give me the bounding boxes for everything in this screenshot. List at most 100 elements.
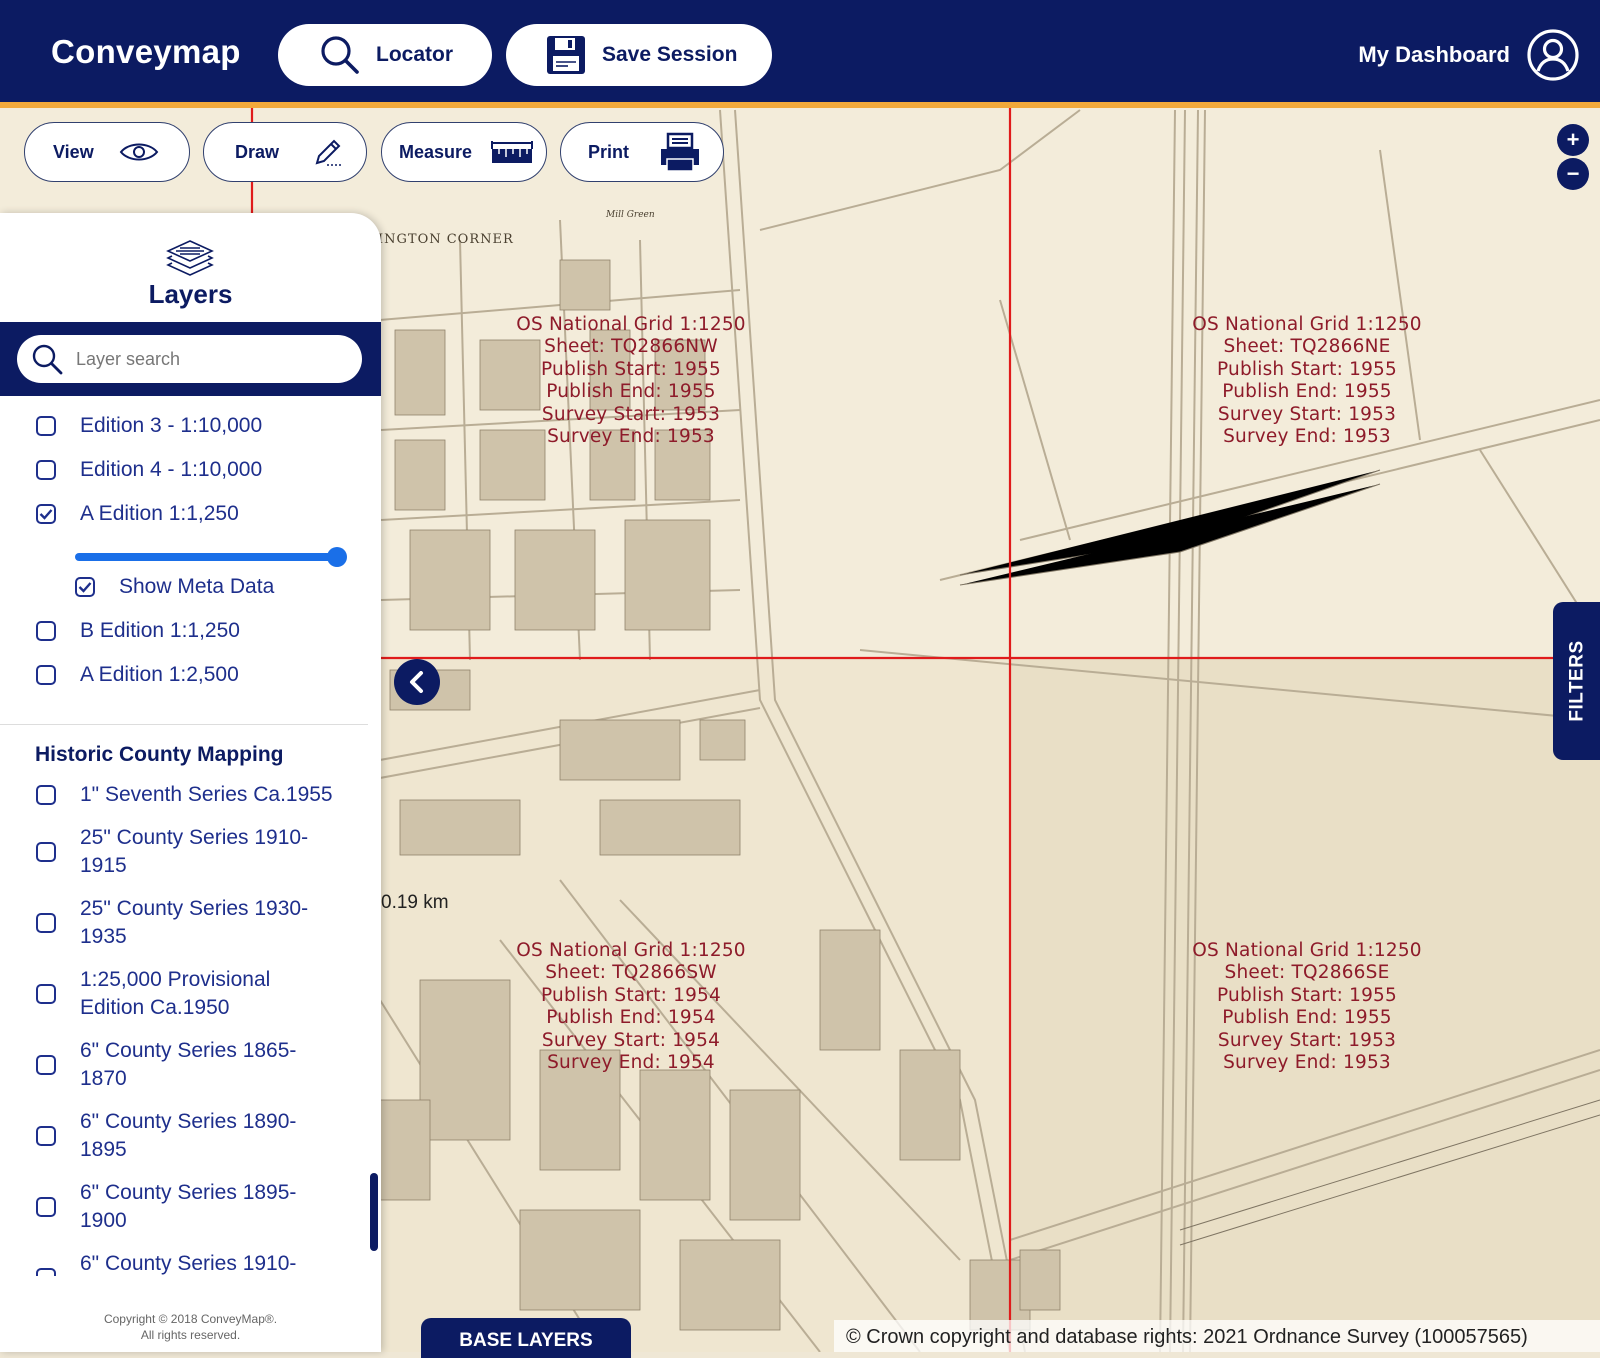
layer-checkbox[interactable] — [36, 1055, 56, 1075]
meta-row[interactable]: Show Meta Data — [75, 573, 274, 601]
sheet-line: Survey Start: 1954 — [541, 1029, 721, 1051]
sheet-line: OS National Grid 1:1250 — [1192, 940, 1422, 961]
layer-label-line: 1:25,000 Provisional — [80, 968, 271, 991]
checkmark-icon — [78, 582, 92, 593]
layer-label: 25" County Series 1910- 1915 — [80, 824, 308, 880]
locator-button[interactable]: Locator — [278, 24, 492, 86]
sheet-label-nw: OS National Grid 1:1250 Sheet: TQ2866NW Pu… — [481, 314, 781, 448]
historic-row[interactable]: 6" County Series 1895- 1900 — [36, 1179, 296, 1235]
scale-label: 0.19 km — [381, 892, 449, 913]
ruler-icon — [491, 141, 533, 163]
measure-label: Measure — [399, 141, 473, 162]
layer-label-line: 1900 — [80, 1209, 127, 1232]
sheet-line: Sheet: TQ2866SE — [1224, 962, 1390, 984]
measure-button[interactable]: Measure — [381, 122, 547, 182]
filters-label: FILTERS — [1567, 640, 1589, 722]
save-session-button[interactable]: Save Session — [506, 24, 772, 86]
panel-title: Layers — [148, 279, 233, 309]
sheet-line: OS National Grid 1:1250 — [1192, 314, 1422, 335]
layer-checkbox[interactable] — [36, 665, 56, 685]
layer-checkbox[interactable] — [36, 785, 56, 805]
sheet-line: Publish Start: 1954 — [540, 984, 721, 1006]
sheet-line: Publish Start: 1955 — [1216, 358, 1397, 380]
collapse-panel-button[interactable] — [394, 659, 440, 705]
layer-checkbox[interactable] — [36, 416, 56, 436]
sheet-line: Survey End: 1953 — [1223, 426, 1391, 448]
sheet-line: Sheet: TQ2866SW — [545, 962, 717, 984]
layer-checkbox[interactable] — [36, 913, 56, 933]
view-button[interactable]: View — [24, 122, 190, 182]
zoom-in-button[interactable]: + — [1557, 124, 1589, 156]
brand-logo[interactable]: Conveymap — [51, 33, 241, 71]
sheet-line: Survey End: 1953 — [1223, 1052, 1391, 1074]
sheet-line: Publish Start: 1955 — [540, 358, 721, 380]
sheet-line: Publish End: 1955 — [546, 381, 716, 403]
eye-icon — [119, 143, 159, 161]
layer-search-box[interactable] — [17, 335, 362, 383]
sheet-line: Survey Start: 1953 — [1217, 403, 1397, 425]
panel-scrollbar[interactable] — [370, 1173, 378, 1251]
sheet-line: Sheet: TQ2866NE — [1223, 336, 1391, 358]
layer-label-line: 6" County Series 1890- — [80, 1110, 297, 1133]
layer-checkbox[interactable] — [36, 621, 56, 641]
layer-label: Edition 3 - 1:10,000 — [80, 414, 263, 437]
historic-row[interactable]: 6" County Series 1890- 1895 — [36, 1108, 296, 1164]
print-button[interactable]: Print — [560, 122, 724, 182]
layer-row[interactable]: Edition 3 - 1:10,000 — [36, 412, 262, 440]
layer-label: A Edition 1:1,250 — [80, 502, 239, 525]
layer-label-line: 1935 — [80, 925, 127, 948]
layer-row[interactable]: Edition 4 - 1:10,000 — [36, 456, 262, 484]
historic-row[interactable]: 25" County Series 1910- 1915 — [36, 824, 308, 880]
sheet-line: Survey End: 1954 — [547, 1052, 715, 1074]
sheet-label-ne: OS National Grid 1:1250 Sheet: TQ2866NE Pu… — [1157, 314, 1457, 448]
filters-tab[interactable]: FILTERS — [1553, 602, 1600, 760]
historic-row[interactable]: 1:25,000 Provisional Edition Ca.1950 — [36, 966, 270, 1022]
top-bar: Conveymap Locator Save Session My Dashbo… — [0, 0, 1600, 108]
historic-row[interactable]: 25" County Series 1930- 1935 — [36, 895, 308, 951]
historic-row[interactable]: 6" County Series 1865- 1870 — [36, 1037, 296, 1093]
layer-label: 6" County Series 1890- 1895 — [80, 1108, 296, 1164]
layer-label: 1" Seventh Series Ca.1955 — [80, 781, 333, 809]
opacity-slider-handle[interactable] — [327, 547, 347, 567]
opacity-slider[interactable] — [75, 547, 347, 567]
layer-checkbox[interactable] — [36, 842, 56, 862]
layer-row[interactable]: A Edition 1:1,250 — [36, 500, 239, 528]
layer-row[interactable]: A Edition 1:2,500 — [36, 661, 239, 689]
place-label-corner: INGTON CORNER — [378, 232, 514, 247]
layer-label-line: 6" County Series 1865- — [80, 1039, 297, 1062]
sheet-line: Survey Start: 1953 — [1217, 1029, 1397, 1051]
printer-icon — [661, 132, 699, 172]
save-session-label: Save Session — [602, 43, 738, 66]
save-icon — [547, 36, 585, 74]
layer-label: A Edition 1:2,500 — [80, 663, 239, 686]
layer-checkbox[interactable] — [36, 1197, 56, 1217]
layer-label: 6" County Series 1865- 1870 — [80, 1037, 296, 1093]
draw-label: Draw — [235, 141, 280, 162]
draw-button[interactable]: Draw — [203, 122, 367, 182]
layer-row[interactable]: B Edition 1:1,250 — [36, 617, 240, 645]
layer-checkbox-checked[interactable] — [36, 504, 56, 524]
layer-label-line: 25" County Series 1910- — [80, 826, 309, 849]
pencil-icon — [315, 139, 341, 166]
search-icon — [32, 344, 63, 375]
layer-checkbox[interactable] — [36, 460, 56, 480]
sheet-line: Publish End: 1955 — [1222, 1007, 1392, 1029]
place-label-mill-green: Mill Green — [606, 210, 655, 220]
sheet-line: Publish Start: 1955 — [1216, 984, 1397, 1006]
sheet-label-se: OS National Grid 1:1250 Sheet: TQ2866SE Pu… — [1157, 940, 1457, 1074]
layer-checkbox[interactable] — [36, 1126, 56, 1146]
historic-row[interactable]: 6" County Series 1910- — [36, 1250, 296, 1276]
dashboard-link[interactable]: My Dashboard — [1358, 24, 1580, 86]
meta-checkbox-checked[interactable] — [75, 577, 95, 597]
panel-copyright: Copyright © 2018 ConveyMap®. All rights … — [0, 1311, 381, 1343]
layer-checkbox[interactable] — [36, 984, 56, 1004]
layer-checkbox[interactable] — [36, 1268, 56, 1276]
sheet-line: OS National Grid 1:1250 — [516, 940, 746, 961]
map-copyright: © Crown copyright and database rights: 2… — [834, 1320, 1600, 1352]
layer-search-input[interactable] — [74, 347, 348, 371]
historic-list: Historic County Mapping 1" Seventh Serie… — [0, 713, 381, 1276]
base-layers-tab[interactable]: BASE LAYERS — [421, 1318, 631, 1358]
sheet-line: Survey End: 1953 — [547, 426, 715, 448]
historic-row[interactable]: 1" Seventh Series Ca.1955 — [36, 781, 333, 809]
zoom-out-button[interactable]: − — [1557, 158, 1589, 190]
